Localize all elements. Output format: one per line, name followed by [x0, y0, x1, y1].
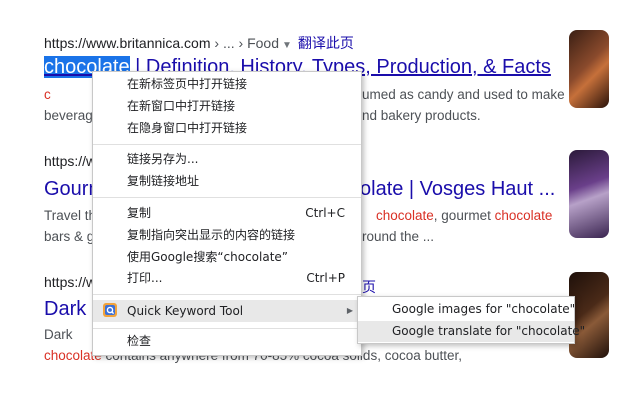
submenu-item-label: Google images for "chocolate" [392, 302, 576, 316]
menu-open-new-window[interactable]: 在新窗口中打开链接 [93, 96, 361, 117]
submenu-google-images[interactable]: Google images for "chocolate" [358, 299, 576, 320]
result-2-thumbnail[interactable] [569, 150, 609, 238]
menu-inspect[interactable]: 检查 [93, 331, 361, 352]
menu-search-google[interactable]: 使用Google搜索“chocolate” [93, 247, 361, 268]
result-1-breadcrumb: › ... › Food [210, 35, 279, 51]
result-2-snippet-line-2-tail: round the ... [362, 229, 435, 244]
result-1-url[interactable]: https://www.britannica.com › ... › Food ▼… [44, 33, 354, 53]
result-3-url[interactable]: https://w [44, 274, 96, 290]
result-1-menu-caret-icon[interactable]: ▼ [282, 40, 292, 51]
result-1-snippet-line-2-tail: nd bakery products. [362, 108, 481, 123]
result-1-snippet-line-1-tail: umed as candy and used to make [362, 84, 565, 105]
menu-copy-link-address[interactable]: 复制链接地址 [93, 171, 361, 192]
menu-separator [93, 144, 361, 145]
menu-print[interactable]: 打印... Ctrl+P [93, 268, 361, 289]
context-menu: 在新标签页中打开链接 在新窗口中打开链接 在隐身窗口中打开链接 链接另存为...… [92, 71, 362, 356]
menu-quick-keyword-tool[interactable]: Quick Keyword Tool ▶ [93, 300, 361, 322]
menu-item-label: 在新窗口中打开链接 [127, 99, 236, 113]
result-3-snippet-line-1-head: Dark [44, 327, 73, 342]
menu-separator [93, 328, 361, 329]
menu-item-label: 复制链接地址 [127, 174, 200, 188]
result-2-snippet-mid: , gourmet [433, 208, 495, 223]
result-1-snippet-tail: umed as candy and used to make [362, 87, 565, 102]
menu-item-label: 使用Google搜索“chocolate” [127, 250, 289, 264]
menu-open-incognito[interactable]: 在隐身窗口中打开链接 [93, 118, 361, 139]
menu-item-label: Quick Keyword Tool [127, 304, 244, 318]
result-1-snippet-line-1: c [44, 84, 51, 105]
result-2-snippet-line-1-head: Travel th [44, 208, 97, 223]
submenu-arrow-icon: ▶ [346, 306, 353, 315]
menu-item-label: 打印... [127, 271, 163, 285]
menu-item-shortcut: Ctrl+P [306, 271, 345, 285]
menu-save-link-as[interactable]: 链接另存为... [93, 149, 361, 170]
result-2-snippet-line-2-head: bars & g [44, 229, 95, 244]
menu-item-label: 链接另存为... [127, 152, 199, 166]
result-2-title-tail[interactable]: olate | Vosges Haut ... [360, 178, 555, 201]
quick-keyword-submenu: Google images for "chocolate" Google tra… [357, 296, 585, 344]
menu-copy[interactable]: 复制 Ctrl+C [93, 203, 361, 224]
result-2-url[interactable]: https://w [44, 153, 96, 169]
menu-item-label: 在隐身窗口中打开链接 [127, 121, 248, 135]
menu-item-label: 复制 [127, 206, 152, 220]
result-2-snippet-em-2: chocolate [494, 208, 553, 223]
result-1-thumbnail[interactable] [569, 30, 609, 108]
submenu-google-translate[interactable]: Google translate for "chocolate" [358, 321, 585, 342]
result-2-snippet-line-1: chocolate, gourmet chocolate [362, 205, 552, 226]
result-2-snippet-em-1: chocolate [376, 208, 434, 223]
result-1-snippet-line-2: beverag [44, 108, 93, 123]
menu-item-label: 检查 [127, 334, 152, 348]
result-1-domain: https://www.britannica.com [44, 35, 211, 51]
menu-separator [93, 294, 361, 295]
menu-item-label: 在新标签页中打开链接 [127, 77, 248, 91]
menu-item-shortcut: Ctrl+C [305, 206, 345, 220]
menu-open-new-tab[interactable]: 在新标签页中打开链接 [93, 74, 361, 95]
menu-copy-link-to-highlight[interactable]: 复制指向突出显示的内容的链接 [93, 225, 361, 246]
submenu-item-label: Google translate for "chocolate" [392, 324, 586, 338]
result-1-translate-link[interactable]: 翻译此页 [298, 35, 354, 51]
result-1-snippet-em: c [44, 87, 51, 102]
quick-keyword-tool-icon [103, 303, 117, 317]
menu-item-label: 复制指向突出显示的内容的链接 [127, 228, 296, 242]
result-3-translate-link[interactable]: 页 [362, 277, 376, 297]
menu-separator [93, 197, 361, 198]
